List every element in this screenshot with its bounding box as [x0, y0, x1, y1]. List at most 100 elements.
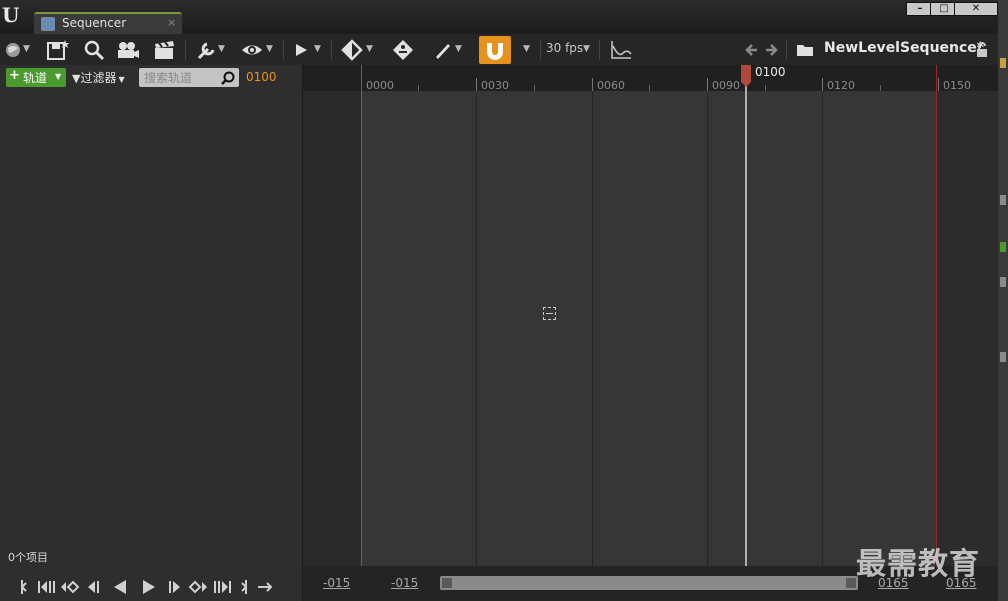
key-dropdown-chevron-icon[interactable]: ▼ [366, 44, 373, 54]
grid-line [822, 91, 823, 566]
add-track-chevron-icon: ▼ [55, 72, 62, 81]
world-dropdown-chevron-icon[interactable]: ▼ [23, 44, 30, 54]
play-forward-icon[interactable] [141, 578, 157, 596]
tick-label: 0090 [712, 79, 740, 92]
curve-editor-icon[interactable] [609, 38, 633, 62]
key-icon[interactable] [341, 38, 363, 62]
back-arrow-icon[interactable] [744, 38, 760, 62]
ruler-tick [592, 78, 593, 91]
timeline-scrollbar[interactable] [440, 576, 858, 590]
center-marker-icon [543, 307, 556, 320]
timeline-panel: 0000 0030 0060 0090 0120 0150 0100 -015 … [303, 65, 998, 601]
snap-toggle-button[interactable] [479, 36, 511, 64]
search-icon [221, 71, 235, 85]
ruler-minor-tick [418, 85, 419, 91]
tick-label: 0000 [366, 79, 394, 92]
add-track-button[interactable]: + 轨道 ▼ [6, 68, 66, 87]
tab-sequencer[interactable]: Sequencer × [34, 12, 182, 34]
view-dropdown-chevron-icon[interactable]: ▼ [266, 44, 273, 54]
track-list-panel: + 轨道 ▼ ▼过滤器 ▼ 搜索轨道 0100 0个项目 [0, 65, 302, 601]
eye-icon[interactable] [240, 38, 264, 62]
ruler-tick [938, 78, 939, 91]
filter-label: 过滤器 [80, 71, 117, 85]
search-icon[interactable] [82, 38, 106, 62]
ruler-tick [476, 78, 477, 91]
lock-icon[interactable] [974, 38, 990, 62]
brush-icon[interactable] [432, 38, 452, 62]
working-range-start[interactable]: -015 [391, 576, 418, 590]
scrollbar-left-handle[interactable] [442, 578, 452, 588]
step-forward-icon[interactable] [167, 578, 183, 596]
tick-label: 0120 [827, 79, 855, 92]
toolbar-separator [599, 40, 600, 60]
tick-label: 0030 [481, 79, 509, 92]
folder-icon[interactable] [795, 38, 815, 62]
render-movie-icon[interactable] [153, 38, 177, 62]
previous-key-icon[interactable] [59, 578, 81, 596]
save-icon[interactable] [46, 38, 70, 62]
watermark: 最需教育 [856, 547, 980, 582]
toolbar-separator [185, 40, 186, 60]
item-count: 0个项目 [8, 551, 48, 564]
search-placeholder: 搜索轨道 [144, 71, 193, 85]
title-bar: U Sequencer × – □ ✕ [0, 0, 1008, 34]
current-frame-readout[interactable]: 0100 [246, 70, 277, 84]
toolbar-separator [283, 40, 284, 60]
plus-icon: + [9, 68, 20, 83]
playhead-handle[interactable] [740, 65, 752, 87]
magnet-icon [487, 43, 503, 60]
step-back-icon[interactable] [86, 578, 102, 596]
camera-icon[interactable] [116, 38, 140, 62]
view-range-start[interactable]: -015 [323, 576, 350, 590]
fps-selector[interactable]: 30 fps [546, 41, 583, 55]
out-of-range-area [937, 91, 998, 566]
toolbar-separator [786, 40, 787, 60]
adjacent-panel-edge [998, 0, 1008, 601]
scrollbar-right-handle[interactable] [846, 578, 856, 588]
ruler-minor-tick [649, 85, 650, 91]
playhead-frame-label: 0100 [755, 65, 786, 79]
time-ruler[interactable] [303, 65, 998, 91]
ruler-tick [822, 78, 823, 91]
ruler-minor-tick [880, 85, 881, 91]
filter-chevron-icon: ▼ [118, 75, 125, 84]
jump-to-end-icon[interactable] [240, 578, 248, 596]
snap-dropdown-chevron-icon[interactable]: ▼ [523, 44, 530, 54]
tab-close-icon[interactable]: × [167, 16, 176, 29]
sequencer-toolbar: ▼ ▼ ▼ ▼ ▼ ▼ ▼ 30 fps ▼ NewLevelSequence* [0, 34, 998, 66]
play-icon[interactable] [293, 38, 309, 62]
edit-dropdown-chevron-icon[interactable]: ▼ [455, 44, 462, 54]
tick-label: 0060 [597, 79, 625, 92]
add-track-label: 轨道 [23, 71, 48, 85]
forward-arrow-icon[interactable] [763, 38, 779, 62]
next-key-icon[interactable] [188, 578, 210, 596]
toolbar-separator [331, 40, 332, 60]
ruler-minor-tick [765, 85, 766, 91]
next-frame-icon[interactable] [212, 578, 234, 596]
jump-to-start-icon[interactable] [20, 578, 28, 596]
tick-label: 0150 [943, 79, 971, 92]
sequencer-tab-icon [41, 17, 55, 31]
wrench-icon[interactable] [195, 38, 217, 62]
fps-dropdown-chevron-icon[interactable]: ▼ [583, 44, 590, 54]
tab-title: Sequencer [62, 16, 127, 30]
play-reverse-icon[interactable] [112, 578, 128, 596]
grid-line [592, 91, 593, 566]
ruler-tick [707, 78, 708, 91]
filter-button[interactable]: ▼过滤器 ▼ [72, 69, 125, 86]
ruler-minor-tick [534, 85, 535, 91]
tag-icon[interactable] [391, 38, 415, 62]
loop-icon[interactable] [256, 578, 274, 596]
playback-start-marker[interactable] [361, 65, 362, 566]
track-area[interactable] [361, 91, 937, 566]
settings-dropdown-chevron-icon[interactable]: ▼ [218, 44, 225, 54]
playback-end-marker[interactable] [936, 65, 937, 566]
previous-frame-icon[interactable] [36, 578, 56, 596]
sequence-name: NewLevelSequence* [824, 40, 985, 56]
playback-dropdown-chevron-icon[interactable]: ▼ [314, 44, 321, 54]
playhead-line [745, 85, 747, 566]
close-window-button[interactable]: ✕ [954, 2, 998, 16]
search-tracks-input[interactable]: 搜索轨道 [139, 68, 239, 87]
world-icon[interactable] [4, 38, 22, 62]
unreal-logo-icon: U [2, 3, 20, 27]
